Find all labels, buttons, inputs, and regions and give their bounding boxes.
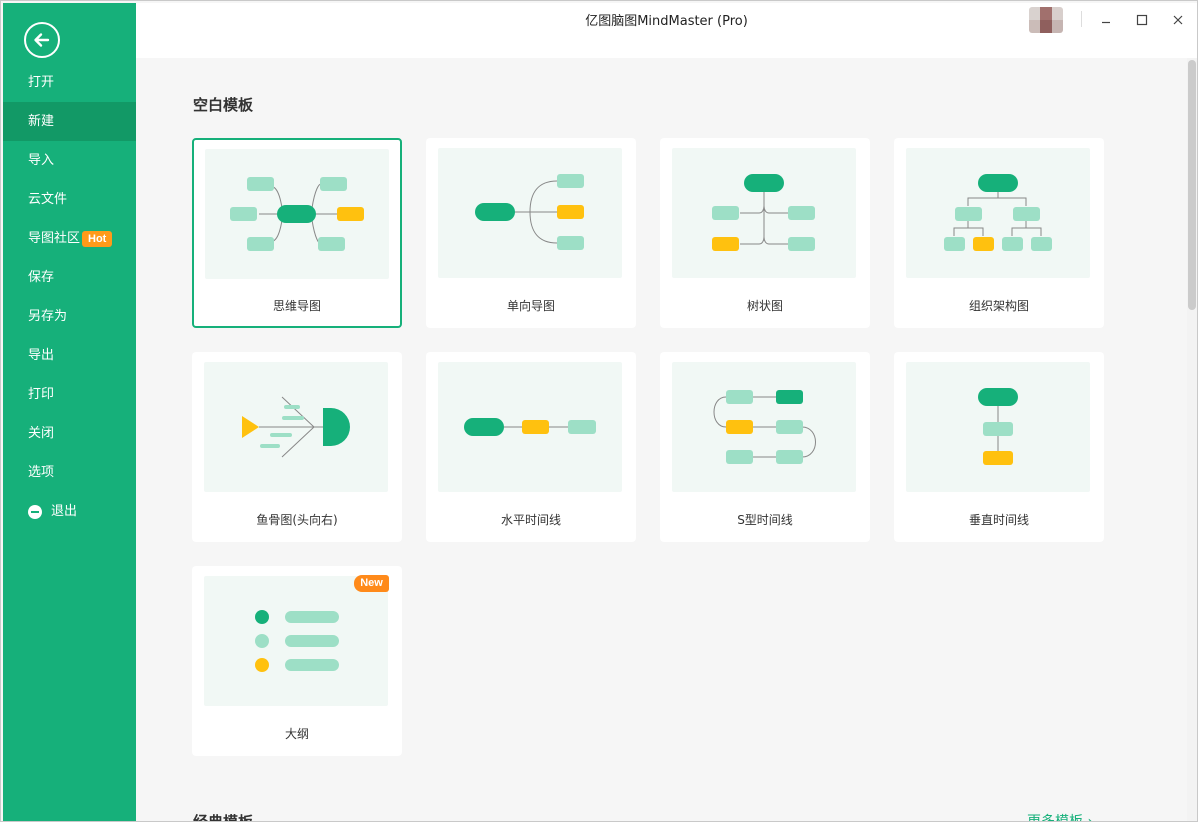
template-thumbnail xyxy=(204,576,388,706)
template-thumbnail xyxy=(438,148,622,278)
maximize-button[interactable] xyxy=(1127,7,1157,33)
template-card-label: S型时间线 xyxy=(737,513,793,527)
blank-templates-title: 空白模板 xyxy=(193,96,254,114)
template-card-label: 鱼骨图(头向右) xyxy=(256,513,338,527)
sidebar-item-print[interactable]: 打印 xyxy=(3,375,136,414)
sidebar-item-options[interactable]: 选项 xyxy=(3,453,136,492)
sidebar-item-label: 导图社区 xyxy=(28,231,81,246)
template-card-fishbone[interactable]: 鱼骨图(头向右) xyxy=(192,352,402,542)
vertical-scrollbar[interactable] xyxy=(1187,58,1197,821)
sidebar-item-save[interactable]: 保存 xyxy=(3,258,136,297)
tree-chart-diagram-icon xyxy=(712,174,815,251)
template-card-label: 树状图 xyxy=(746,299,783,313)
template-thumbnail xyxy=(204,362,388,492)
sidebar-item-label: 保存 xyxy=(28,270,55,285)
template-thumbnail xyxy=(906,362,1090,492)
sidebar-item-community[interactable]: 导图社区 Hot xyxy=(3,219,136,258)
arrow-left-icon xyxy=(34,33,50,47)
template-thumbnail xyxy=(205,149,389,279)
template-thumbnail xyxy=(672,362,856,492)
minus-circle-icon xyxy=(28,504,42,519)
avatar[interactable] xyxy=(1029,7,1063,33)
scrollbar-thumb[interactable] xyxy=(1188,60,1196,310)
sidebar-item-label: 新建 xyxy=(28,114,55,129)
maximize-icon xyxy=(1136,14,1148,26)
sidebar-item-save-as[interactable]: 另存为 xyxy=(3,297,136,336)
sidebar-item-open[interactable]: 打开 xyxy=(3,63,136,102)
sidebar-item-label: 另存为 xyxy=(28,309,68,324)
sidebar-item-import[interactable]: 导入 xyxy=(3,141,136,180)
sidebar-item-label: 退出 xyxy=(51,504,78,519)
hot-badge: Hot xyxy=(82,230,113,247)
app-window: 打开 新建 导入 云文件 导图社区 Hot 保存 另存为 导出 打印 关闭 选项 … xyxy=(0,0,1198,822)
template-card-label: 单向导图 xyxy=(506,299,555,313)
template-card-vertical-timeline[interactable]: 垂直时间线 xyxy=(894,352,1104,542)
outline-diagram-icon xyxy=(255,610,339,672)
sidebar: 打开 新建 导入 云文件 导图社区 Hot 保存 另存为 导出 打印 关闭 选项 … xyxy=(3,3,136,821)
sidebar-item-label: 选项 xyxy=(28,465,55,480)
template-card-s-timeline[interactable]: S型时间线 xyxy=(660,352,870,542)
sidebar-item-exit[interactable]: 退出 xyxy=(3,492,136,531)
template-thumbnail xyxy=(906,148,1090,278)
more-templates-link[interactable]: 更多模板 › xyxy=(1027,811,1093,821)
sidebar-menu: 打开 新建 导入 云文件 导图社区 Hot 保存 另存为 导出 打印 关闭 选项 … xyxy=(3,63,136,531)
template-card-horizontal-timeline[interactable]: 水平时间线 xyxy=(426,352,636,542)
horizontal-timeline-diagram-icon xyxy=(464,418,596,436)
sidebar-item-label: 导出 xyxy=(28,348,55,363)
template-card-right-map[interactable]: 单向导图 xyxy=(426,138,636,328)
vertical-timeline-diagram-icon xyxy=(978,388,1018,465)
minimize-button[interactable] xyxy=(1091,7,1121,33)
classic-templates-title: 经典模板 xyxy=(193,813,254,822)
sidebar-item-label: 关闭 xyxy=(28,426,55,441)
fishbone-diagram-icon xyxy=(242,396,350,458)
close-window-button[interactable] xyxy=(1163,7,1193,33)
minimize-icon xyxy=(1102,21,1110,24)
template-thumbnail xyxy=(672,148,856,278)
right-map-diagram-icon xyxy=(475,174,584,250)
template-card-org-chart[interactable]: 组织架构图 xyxy=(894,138,1104,328)
template-card-mind-map[interactable]: 思维导图 xyxy=(192,138,402,328)
new-badge: New xyxy=(354,575,389,592)
title-bar: 亿图脑图MindMaster (Pro) xyxy=(136,3,1197,58)
sidebar-item-new[interactable]: 新建 xyxy=(3,102,136,141)
template-thumbnail xyxy=(438,362,622,492)
sidebar-item-label: 云文件 xyxy=(28,192,68,207)
org-chart-diagram-icon xyxy=(944,174,1052,251)
sidebar-item-label: 打开 xyxy=(28,75,55,90)
titlebar-divider xyxy=(1081,11,1082,27)
template-card-label: 垂直时间线 xyxy=(968,513,1029,527)
template-card-label: 思维导图 xyxy=(272,299,321,313)
template-card-label: 组织架构图 xyxy=(968,299,1029,313)
sidebar-item-cloud-files[interactable]: 云文件 xyxy=(3,180,136,219)
s-timeline-diagram-icon xyxy=(713,390,816,464)
template-card-label: 水平时间线 xyxy=(500,513,561,527)
sidebar-item-label: 打印 xyxy=(28,387,55,402)
template-card-tree-chart[interactable]: 树状图 xyxy=(660,138,870,328)
sidebar-item-label: 导入 xyxy=(28,153,55,168)
template-card-label: 大纲 xyxy=(284,727,309,741)
mind-map-diagram-icon xyxy=(230,177,364,251)
back-button[interactable] xyxy=(24,22,60,58)
sidebar-item-close[interactable]: 关闭 xyxy=(3,414,136,453)
sidebar-item-export[interactable]: 导出 xyxy=(3,336,136,375)
close-icon xyxy=(1173,15,1183,25)
template-card-outline[interactable]: New 大纲 xyxy=(192,566,402,756)
